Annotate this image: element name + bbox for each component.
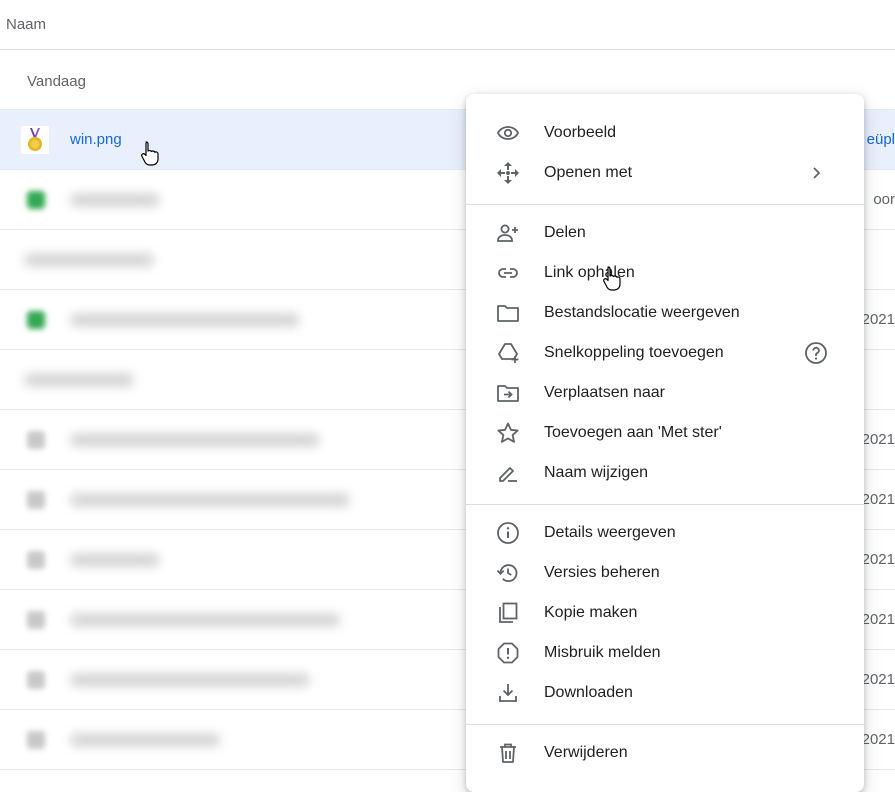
menu-item-details[interactable]: Details weergeven: [466, 513, 864, 553]
hand-cursor-icon: [602, 265, 624, 291]
menu-item-label: Openen met: [544, 164, 633, 181]
blurred-file-name: [70, 613, 340, 627]
row-right-text: 2021: [861, 551, 895, 568]
report-icon: [496, 641, 520, 665]
menu-item-label: Voorbeeld: [544, 124, 617, 141]
menu-item-add-shortcut[interactable]: Snelkoppeling toevoegen: [466, 333, 864, 373]
menu-item-label: Versies beheren: [544, 564, 660, 581]
file-icon: [27, 431, 45, 449]
blurred-section-label: [24, 253, 154, 267]
menu-item-label: Delen: [544, 224, 586, 241]
blurred-file-name: [70, 313, 300, 327]
file-icon: [27, 611, 45, 629]
file-icon: [27, 731, 45, 749]
link-icon: [496, 261, 520, 285]
menu-item-delete[interactable]: Verwijderen: [466, 733, 864, 773]
column-header: Naam: [0, 0, 895, 50]
info-icon: [496, 521, 520, 545]
eye-icon: [496, 121, 520, 145]
trash-icon: [496, 741, 520, 765]
menu-item-download[interactable]: Downloaden: [466, 673, 864, 713]
menu-item-label: Verplaatsen naar: [544, 384, 665, 401]
menu-item-open-with[interactable]: Openen met: [466, 153, 864, 193]
menu-item-move-to[interactable]: Verplaatsen naar: [466, 373, 864, 413]
move-arrows-icon: [496, 161, 520, 185]
context-menu: Voorbeeld Openen met Delen Link ophalen: [466, 94, 864, 792]
menu-item-copy[interactable]: Kopie maken: [466, 593, 864, 633]
menu-item-get-link[interactable]: Link ophalen: [466, 253, 864, 293]
menu-item-label: Misbruik melden: [544, 644, 661, 661]
menu-item-label: Kopie maken: [544, 604, 638, 621]
menu-item-show-location[interactable]: Bestandslocatie weergeven: [466, 293, 864, 333]
menu-item-label: Details weergeven: [544, 524, 676, 541]
menu-item-label: Bestandslocatie weergeven: [544, 304, 740, 321]
person-add-icon: [496, 221, 520, 245]
file-icon: [27, 671, 45, 689]
blurred-file-name: [70, 733, 220, 747]
menu-divider: [466, 724, 864, 725]
blurred-section-label: [24, 373, 134, 387]
row-right-text: 2021: [861, 671, 895, 688]
file-icon: [27, 311, 45, 329]
row-right-text: oor: [873, 191, 895, 208]
chevron-right-icon: [804, 161, 828, 185]
row-right-text: 2021: [861, 611, 895, 628]
copy-icon: [496, 601, 520, 625]
menu-item-label: Snelkoppeling toevoegen: [544, 344, 724, 361]
folder-icon: [496, 301, 520, 325]
menu-item-add-star[interactable]: Toevoegen aan 'Met ster': [466, 413, 864, 453]
menu-item-label: Toevoegen aan 'Met ster': [544, 424, 722, 441]
drive-add-icon: [496, 341, 520, 365]
blurred-file-name: [70, 493, 350, 507]
download-icon: [496, 681, 520, 705]
row-right-text: 2021: [861, 431, 895, 448]
blurred-file-name: [70, 433, 320, 447]
section-today-label: Vandaag: [27, 73, 86, 90]
menu-item-share[interactable]: Delen: [466, 213, 864, 253]
menu-item-preview[interactable]: Voorbeeld: [466, 113, 864, 153]
file-icon: [27, 491, 45, 509]
menu-item-label: Verwijderen: [544, 744, 628, 761]
row-right-text: 2021: [861, 491, 895, 508]
menu-item-rename[interactable]: Naam wijzigen: [466, 453, 864, 493]
blurred-file-name: [70, 673, 310, 687]
file-owner-text: eüpl: [866, 131, 895, 148]
rename-icon: [496, 461, 520, 485]
menu-item-versions[interactable]: Versies beheren: [466, 553, 864, 593]
menu-divider: [466, 504, 864, 505]
row-right-text: 2021: [861, 731, 895, 748]
hand-cursor-icon: [140, 140, 162, 166]
menu-item-label: Naam wijzigen: [544, 464, 649, 481]
file-icon: [27, 191, 45, 209]
row-right-text: 2021: [861, 311, 895, 328]
blurred-file-name: [70, 193, 160, 207]
menu-item-label: Downloaden: [544, 684, 633, 701]
menu-item-report[interactable]: Misbruik melden: [466, 633, 864, 673]
file-name[interactable]: win.png: [70, 131, 122, 148]
history-icon: [496, 561, 520, 585]
name-column-header[interactable]: Naam: [6, 16, 46, 33]
star-icon: [496, 421, 520, 445]
file-icon: [27, 551, 45, 569]
medal-image-icon: [21, 126, 49, 154]
help-circle-icon[interactable]: [804, 341, 828, 365]
folder-move-icon: [496, 381, 520, 405]
menu-divider: [466, 204, 864, 205]
blurred-file-name: [70, 553, 160, 567]
